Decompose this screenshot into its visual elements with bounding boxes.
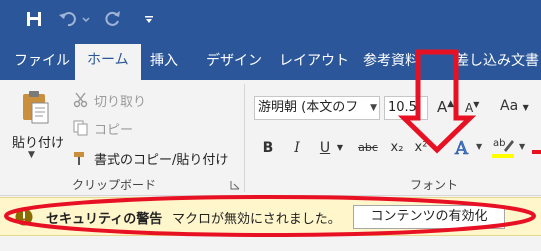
undo-button[interactable]	[56, 8, 94, 30]
clipboard-dialog-launcher-icon[interactable]	[230, 180, 240, 190]
enable-content-button[interactable]: コンテンツの有効化	[353, 205, 505, 229]
redo-icon	[105, 11, 120, 26]
security-warning-title: セキュリティの警告	[46, 212, 163, 227]
scissors-icon	[72, 91, 90, 109]
font-size-combobox[interactable]: 10.5	[384, 96, 428, 120]
highlighter-dropdown-icon[interactable]: ▼	[519, 142, 525, 151]
ribbon-home: 貼り付け ▼ 切り取り コピー 書式のコピー/貼り付け クリップボード 游明朝 …	[0, 80, 541, 196]
chevron-down-icon[interactable]: ▼	[370, 97, 377, 119]
tab-file[interactable]: ファイル	[14, 46, 70, 80]
copy-label: コピー	[94, 122, 134, 138]
underline-dropdown-icon[interactable]: ▼	[336, 138, 344, 158]
paste-button[interactable]: 貼り付け	[12, 132, 64, 151]
undo-icon	[59, 12, 90, 27]
save-icon	[27, 12, 41, 26]
format-painter-button[interactable]: 書式のコピー/貼り付け	[72, 148, 228, 168]
customize-qat-button[interactable]	[140, 8, 158, 30]
font-size-value: 10.5	[388, 100, 417, 115]
change-case-button[interactable]: Aa ▼	[500, 98, 529, 114]
italic-button[interactable]: I	[290, 138, 304, 158]
group-divider	[244, 84, 245, 192]
copy-button[interactable]: コピー	[72, 118, 133, 138]
svg-text:A: A	[454, 138, 469, 158]
change-case-label: Aa	[500, 98, 519, 114]
customize-qat-icon	[145, 16, 153, 23]
font-group-label: フォント	[410, 178, 459, 192]
clipboard-group-label: クリップボード	[72, 178, 157, 192]
font-color-icon[interactable]	[532, 150, 541, 154]
security-warning-text: マクロが無効にされました。	[172, 212, 341, 227]
cut-label: 切り取り	[94, 94, 147, 110]
redo-button[interactable]	[101, 8, 125, 30]
bold-button[interactable]: B	[260, 138, 276, 158]
cut-button[interactable]: 切り取り	[72, 90, 146, 110]
paste-dropdown-icon[interactable]: ▼	[28, 150, 35, 160]
quick-access-toolbar	[0, 0, 541, 38]
save-button[interactable]	[23, 8, 45, 30]
ribbon-tabs: ファイル ホーム 挿入 デザイン レイアウト 参考資料 差し込み文書	[0, 38, 541, 80]
text-effects-icon[interactable]: A	[452, 136, 474, 158]
svg-text:ab: ab	[493, 138, 505, 149]
grow-font-button[interactable]: A▲	[437, 98, 454, 116]
shrink-font-button[interactable]: A▼	[465, 100, 479, 115]
underline-button[interactable]: U	[318, 138, 332, 158]
superscript-button[interactable]: x²	[412, 138, 430, 158]
tab-insert[interactable]: 挿入	[150, 46, 178, 80]
tab-mailings[interactable]: 差し込み文書	[455, 46, 539, 80]
font-name-combobox[interactable]: 游明朝 (本文のフ ▼	[254, 96, 380, 120]
highlighter-icon[interactable]: ab	[490, 134, 516, 160]
tab-design[interactable]: デザイン	[206, 46, 262, 80]
warning-icon	[15, 208, 33, 226]
font-name-value: 游明朝 (本文のフ	[258, 100, 359, 115]
text-effects-dropdown-icon[interactable]: ▼	[476, 142, 482, 151]
security-warning-bar: セキュリティの警告 マクロが無効にされました。 コンテンツの有効化	[0, 197, 541, 236]
format-painter-label: 書式のコピー/貼り付け	[94, 152, 229, 168]
subscript-button[interactable]: x₂	[388, 138, 406, 158]
shrink-font-label: A	[465, 101, 474, 115]
paste-icon[interactable]	[21, 90, 49, 124]
format-painter-icon	[72, 149, 90, 167]
grow-font-label: A	[437, 98, 448, 116]
copy-icon	[72, 119, 90, 137]
tab-home[interactable]: ホーム	[75, 44, 141, 80]
tab-references[interactable]: 参考資料	[363, 46, 419, 80]
strikethrough-button[interactable]: abc	[356, 138, 380, 158]
tab-layout[interactable]: レイアウト	[279, 46, 349, 80]
